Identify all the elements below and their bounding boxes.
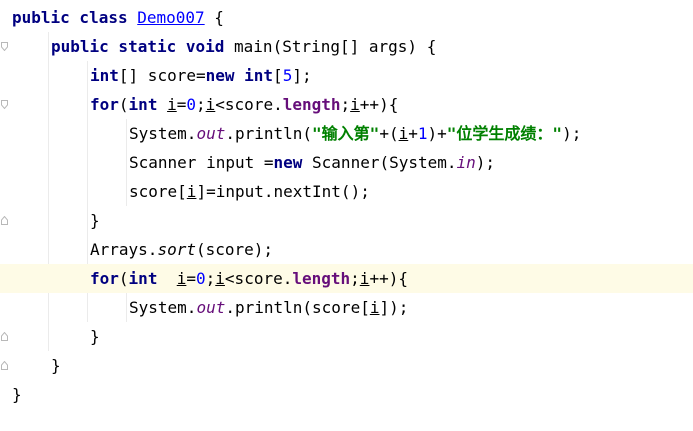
code-token: ++){ bbox=[359, 95, 399, 114]
code-token: i bbox=[186, 182, 197, 201]
code-token: 0 bbox=[196, 269, 206, 288]
code-line[interactable]: System.out.println("输入第"+(i+1)+"位学生成绩：")… bbox=[0, 119, 693, 148]
code-token: public static void bbox=[51, 37, 235, 56]
code-token: ; bbox=[350, 269, 360, 288]
code-token: [] score= bbox=[118, 66, 206, 85]
code-token: 5 bbox=[282, 66, 293, 85]
code-token: ; bbox=[340, 95, 351, 114]
code-text: for(int i=0;i<score.length;i++){ bbox=[90, 90, 398, 119]
code-token: { bbox=[204, 8, 224, 27]
code-text: } bbox=[51, 351, 61, 380]
code-line[interactable]: score[i]=input.nextInt(); bbox=[0, 177, 693, 206]
code-token: ); bbox=[562, 124, 582, 143]
code-token: System. bbox=[129, 298, 197, 317]
code-token: in bbox=[456, 153, 476, 172]
code-token: ( bbox=[118, 269, 129, 288]
code-line[interactable]: for(int i=0;i<score.length;i++){ bbox=[0, 90, 693, 119]
code-token: + bbox=[408, 124, 418, 143]
code-token: 1 bbox=[417, 124, 428, 143]
code-token: "输入第" bbox=[312, 124, 380, 143]
code-line[interactable]: System.out.println(score[i]); bbox=[0, 293, 693, 322]
code-line[interactable]: } bbox=[0, 380, 693, 409]
code-text: score[i]=input.nextInt(); bbox=[129, 177, 370, 206]
code-text: System.out.println("输入第"+(i+1)+"位学生成绩：")… bbox=[129, 119, 581, 148]
code-line[interactable]: } bbox=[0, 206, 693, 235]
code-token: Arrays. bbox=[90, 240, 158, 259]
code-token: ]; bbox=[292, 66, 312, 85]
code-token: i bbox=[398, 124, 409, 143]
code-token: +( bbox=[379, 124, 399, 143]
code-token: [ bbox=[273, 66, 283, 85]
code-token: score[ bbox=[129, 182, 187, 201]
code-token: length bbox=[292, 269, 351, 288]
code-token: } bbox=[90, 327, 100, 346]
code-token: ; bbox=[205, 269, 216, 288]
code-token: out bbox=[196, 124, 226, 143]
code-token: ]); bbox=[379, 298, 409, 317]
code-line[interactable]: Scanner input =new Scanner(System.in); bbox=[0, 148, 693, 177]
code-token: i bbox=[350, 95, 360, 114]
code-line[interactable]: Arrays.sort(score); bbox=[0, 235, 693, 264]
code-token: main(String[] args) { bbox=[234, 37, 437, 56]
code-text: } bbox=[90, 206, 100, 235]
code-token: <score. bbox=[224, 269, 293, 288]
code-token: int bbox=[90, 66, 119, 85]
code-token: } bbox=[51, 356, 61, 375]
code-token: i bbox=[176, 269, 187, 288]
code-line[interactable]: } bbox=[0, 322, 693, 351]
code-token: .println(score[ bbox=[225, 298, 370, 317]
code-token: 0 bbox=[186, 95, 196, 114]
code-token: i bbox=[167, 95, 177, 114]
code-text: System.out.println(score[i]); bbox=[129, 293, 408, 322]
code-line[interactable]: int[] score=new int[5]; bbox=[0, 61, 693, 90]
code-token: } bbox=[12, 385, 22, 404]
code-text: } bbox=[12, 380, 22, 409]
code-token: )+ bbox=[427, 124, 447, 143]
code-token: for bbox=[90, 95, 119, 114]
code-token: out bbox=[196, 298, 226, 317]
code-line[interactable]: public class Demo007 { bbox=[0, 3, 693, 32]
code-token: public class bbox=[12, 8, 138, 27]
code-token: ( bbox=[118, 95, 129, 114]
code-token: Scanner input = bbox=[129, 153, 274, 172]
code-token: = bbox=[176, 95, 187, 114]
code-token: (score); bbox=[195, 240, 274, 259]
code-token: ++){ bbox=[369, 269, 408, 288]
code-token: for bbox=[90, 269, 119, 288]
code-token: = bbox=[186, 269, 196, 288]
code-text: public static void main(String[] args) { bbox=[51, 32, 436, 61]
code-token: } bbox=[90, 211, 100, 230]
code-text: } bbox=[90, 322, 100, 351]
code-token: new bbox=[273, 153, 313, 172]
code-token: sort bbox=[157, 240, 196, 259]
code-token: Scanner(System. bbox=[312, 153, 457, 172]
code-token: int bbox=[128, 95, 168, 114]
code-line[interactable]: for(int i=0;i<score.length;i++){ bbox=[0, 264, 693, 293]
code-token: ; bbox=[196, 95, 206, 114]
code-token: i bbox=[215, 269, 225, 288]
code-token: new int bbox=[205, 66, 274, 85]
code-text: Scanner input =new Scanner(System.in); bbox=[129, 148, 495, 177]
code-line[interactable]: } bbox=[0, 351, 693, 380]
code-line[interactable]: public static void main(String[] args) { bbox=[0, 32, 693, 61]
code-token: ); bbox=[475, 153, 496, 172]
code-text: public class Demo007 { bbox=[12, 3, 224, 32]
code-text: Arrays.sort(score); bbox=[90, 235, 273, 264]
code-token: <score. bbox=[215, 95, 283, 114]
code-text: int[] score=new int[5]; bbox=[90, 61, 312, 90]
code-token: int bbox=[128, 269, 177, 288]
code-text: for(int i=0;i<score.length;i++){ bbox=[90, 264, 408, 293]
code-editor[interactable]: public class Demo007 {public static void… bbox=[0, 0, 693, 431]
code-token: Demo007 bbox=[137, 8, 205, 27]
code-token: .println( bbox=[225, 124, 313, 143]
code-token: System. bbox=[129, 124, 197, 143]
code-token: length bbox=[282, 95, 341, 114]
code-token: ]=input.nextInt(); bbox=[196, 182, 370, 201]
code-token: i bbox=[359, 269, 370, 288]
code-token: "位学生成绩：" bbox=[446, 124, 563, 143]
code-token: i bbox=[205, 95, 216, 114]
